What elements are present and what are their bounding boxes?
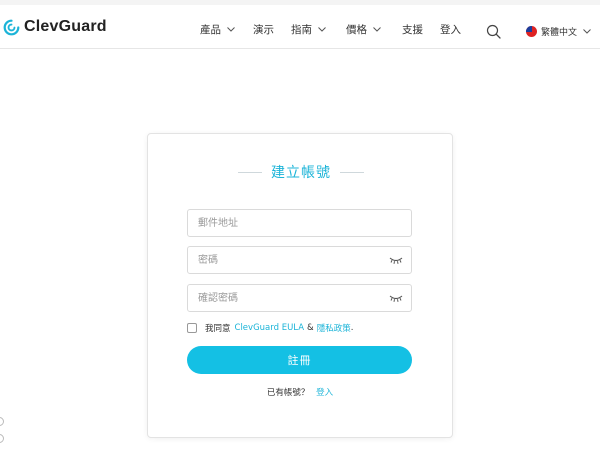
nav-item-label: 支援 (402, 23, 423, 36)
page-title: 建立帳號 (271, 165, 331, 181)
language-label: 繁體中文 (541, 28, 578, 38)
eye-closed-icon[interactable] (389, 293, 403, 303)
login-prompt-row: 已有帳號？ 登入 (0, 386, 600, 398)
confirm-password-field[interactable] (187, 284, 412, 312)
eula-link[interactable]: ClevGuard EULA (235, 323, 305, 333)
nav-item-label: 產品 (200, 23, 221, 36)
eye-closed-icon[interactable] (389, 255, 403, 265)
chevron-down-icon (373, 26, 381, 32)
language-selector[interactable]: 繁體中文 (526, 25, 591, 38)
login-link[interactable]: 登入 (316, 388, 333, 398)
nav-item-login[interactable]: 登入 (440, 22, 461, 37)
login-prompt-text: 已有帳號？ (266, 388, 310, 398)
nav-item-support[interactable]: 支援 (402, 22, 423, 37)
nav-item-demo[interactable]: 演示 (253, 22, 274, 37)
title-divider-left (238, 171, 262, 173)
chevron-down-icon (318, 26, 326, 32)
password-field[interactable] (187, 246, 412, 274)
agreement-suffix: . (350, 323, 354, 333)
form-title-row: 建立帳號 (238, 163, 364, 181)
taiwan-flag-icon (526, 26, 537, 37)
chevron-down-icon (227, 26, 235, 32)
register-button[interactable]: 註冊 (187, 346, 412, 374)
nav-item-guides[interactable]: 指南 (291, 22, 326, 37)
chevron-down-icon (583, 29, 591, 34)
nav-item-label: 價格 (346, 23, 367, 36)
privacy-policy-link[interactable]: 隱私政策 (317, 322, 351, 334)
confirm-password-input[interactable] (198, 285, 378, 311)
nav-item-pricing[interactable]: 價格 (346, 22, 381, 37)
agreement-separator: & (307, 323, 314, 333)
nav-item-label: 指南 (291, 23, 312, 36)
password-input[interactable] (198, 247, 378, 273)
email-input[interactable] (198, 210, 378, 236)
side-scroll-dot[interactable] (0, 417, 4, 426)
nav-item-products[interactable]: 產品 (200, 22, 235, 37)
side-scroll-dot[interactable] (0, 434, 4, 443)
email-field[interactable] (187, 209, 412, 237)
clevguard-logo[interactable]: ClevGuard (3, 18, 107, 36)
clevguard-logo-icon (3, 19, 20, 35)
logo-text: ClevGuard (24, 18, 107, 35)
agreement-prefix: 我同意 (205, 324, 231, 334)
nav-item-label: 登入 (440, 23, 461, 36)
title-divider-right (340, 171, 364, 173)
agreement-checkbox[interactable] (187, 323, 197, 333)
search-icon[interactable] (486, 24, 501, 39)
nav-item-label: 演示 (253, 23, 274, 36)
agreement-row: 我同意 ClevGuard EULA & 隱私政策 . (187, 322, 353, 334)
site-header: ClevGuard 產品 演示 指南 價格 支援 登入 繁體中文 (0, 5, 600, 49)
